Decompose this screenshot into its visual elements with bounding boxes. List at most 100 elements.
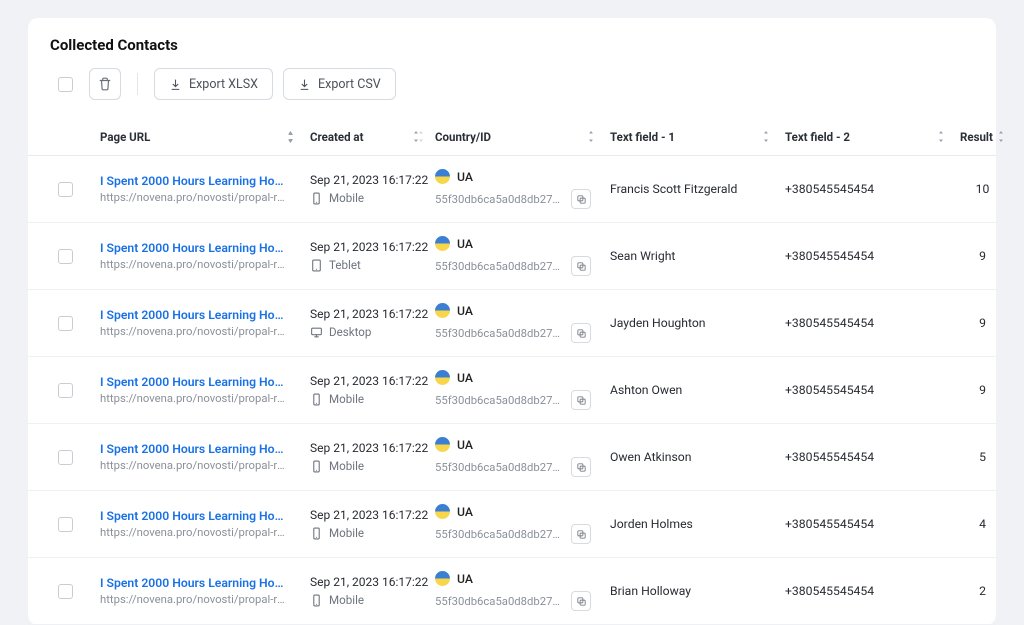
copy-icon xyxy=(576,328,587,339)
text-field-2: +380545545454 xyxy=(785,383,960,397)
contacts-card: Collected Contacts Export XLSX xyxy=(28,18,996,625)
page-link[interactable]: I Spent 2000 Hours Learning How To… xyxy=(100,375,290,389)
created-at: Sep 21, 2023 16:17:22 xyxy=(310,508,435,522)
separator xyxy=(137,73,138,95)
contacts-table: Page URL Created at Country/ID xyxy=(28,118,996,625)
mobile-icon xyxy=(310,460,323,473)
result-value: 10 xyxy=(960,182,1005,196)
copy-id-button[interactable] xyxy=(571,390,591,410)
text-field-1: Jayden Houghton xyxy=(610,316,785,330)
created-at: Sep 21, 2023 16:17:22 xyxy=(310,240,435,254)
copy-icon xyxy=(576,261,587,272)
sort-icon xyxy=(764,131,773,142)
table-row: I Spent 2000 Hours Learning How To… http… xyxy=(28,558,996,625)
record-id: 55f30db6ca5a0d8db278ff195… xyxy=(435,461,565,474)
page-link[interactable]: I Spent 2000 Hours Learning How To… xyxy=(100,442,290,456)
device-label: Mobile xyxy=(329,191,364,205)
row-checkbox[interactable] xyxy=(58,383,73,398)
col-text-field-1[interactable]: Text field - 1 xyxy=(610,130,785,144)
result-value: 4 xyxy=(960,517,1005,531)
sort-icon xyxy=(288,131,298,143)
created-at: Sep 21, 2023 16:17:22 xyxy=(310,441,435,455)
device-label: Desktop xyxy=(329,325,371,339)
copy-id-button[interactable] xyxy=(571,591,591,611)
copy-id-button[interactable] xyxy=(571,524,591,544)
flag-icon xyxy=(435,571,450,586)
table-row: I Spent 2000 Hours Learning How To… http… xyxy=(28,223,996,290)
copy-icon xyxy=(576,395,587,406)
page-link[interactable]: I Spent 2000 Hours Learning How To… xyxy=(100,576,290,590)
country-code: UA xyxy=(457,572,473,586)
result-value: 9 xyxy=(960,316,1005,330)
page-link[interactable]: I Spent 2000 Hours Learning How To… xyxy=(100,174,290,188)
select-all-checkbox[interactable] xyxy=(58,77,73,92)
record-id: 55f30db6ca5a0d8db278ff195… xyxy=(435,528,565,541)
row-checkbox[interactable] xyxy=(58,182,73,197)
delete-button[interactable] xyxy=(89,68,121,100)
sort-icon xyxy=(589,131,598,142)
page-url-text: https://novena.pro/novosti/propal-rezhim… xyxy=(100,392,290,405)
col-result[interactable]: Result xyxy=(960,130,1005,144)
copy-icon xyxy=(576,529,587,540)
page-url-text: https://novena.pro/novosti/propal-rezhim… xyxy=(100,258,290,271)
sort-icon xyxy=(999,131,1008,142)
page-url-text: https://novena.pro/novosti/propal-rezhim… xyxy=(100,526,290,539)
country-code: UA xyxy=(457,505,473,519)
sort-icon xyxy=(939,131,948,142)
table-row: I Spent 2000 Hours Learning How To… http… xyxy=(28,156,996,223)
row-checkbox[interactable] xyxy=(58,450,73,465)
country-code: UA xyxy=(457,170,473,184)
copy-icon xyxy=(576,462,587,473)
mobile-icon xyxy=(310,527,323,540)
sort-icon xyxy=(414,131,423,142)
country-code: UA xyxy=(457,438,473,452)
result-value: 9 xyxy=(960,383,1005,397)
row-checkbox[interactable] xyxy=(58,517,73,532)
page-link[interactable]: I Spent 2000 Hours Learning How To… xyxy=(100,509,290,523)
copy-id-button[interactable] xyxy=(571,189,591,209)
created-at: Sep 21, 2023 16:17:22 xyxy=(310,173,435,187)
text-field-1: Owen Atkinson xyxy=(610,450,785,464)
download-icon xyxy=(169,78,182,91)
export-xlsx-label: Export XLSX xyxy=(189,77,258,92)
text-field-2: +380545545454 xyxy=(785,316,960,330)
result-value: 5 xyxy=(960,450,1005,464)
device-label: Mobile xyxy=(329,526,364,540)
text-field-2: +380545545454 xyxy=(785,249,960,263)
text-field-2: +380545545454 xyxy=(785,450,960,464)
page-url-text: https://novena.pro/novosti/propal-rezhim… xyxy=(100,593,290,606)
page-url-text: https://novena.pro/novosti/propal-rezhim… xyxy=(100,325,290,338)
copy-id-button[interactable] xyxy=(571,256,591,276)
toolbar: Export XLSX Export CSV xyxy=(28,54,996,118)
created-at: Sep 21, 2023 16:17:22 xyxy=(310,307,435,321)
col-text-field-2[interactable]: Text field - 2 xyxy=(785,130,960,144)
copy-id-button[interactable] xyxy=(571,457,591,477)
mobile-icon xyxy=(310,393,323,406)
device-label: Mobile xyxy=(329,459,364,473)
table-row: I Spent 2000 Hours Learning How To… http… xyxy=(28,357,996,424)
export-xlsx-button[interactable]: Export XLSX xyxy=(154,68,273,100)
export-csv-button[interactable]: Export CSV xyxy=(283,68,396,100)
copy-id-button[interactable] xyxy=(571,323,591,343)
record-id: 55f30db6ca5a0d8db278ff195… xyxy=(435,595,565,608)
copy-icon xyxy=(576,194,587,205)
country-code: UA xyxy=(457,371,473,385)
card-header: Collected Contacts xyxy=(28,36,996,54)
page-link[interactable]: I Spent 2000 Hours Learning How To… xyxy=(100,241,290,255)
col-country-id[interactable]: Country/ID xyxy=(435,130,610,144)
desktop-icon xyxy=(310,326,323,339)
table-row: I Spent 2000 Hours Learning How To… http… xyxy=(28,290,996,357)
text-field-2: +380545545454 xyxy=(785,517,960,531)
row-checkbox[interactable] xyxy=(58,584,73,599)
page-link[interactable]: I Spent 2000 Hours Learning How To… xyxy=(100,308,290,322)
record-id: 55f30db6ca5a0d8db278ff195… xyxy=(435,394,565,407)
device-label: Mobile xyxy=(329,392,364,406)
table-header: Page URL Created at Country/ID xyxy=(28,118,996,156)
record-id: 55f30db6ca5a0d8db278ff195… xyxy=(435,327,565,340)
flag-icon xyxy=(435,437,450,452)
row-checkbox[interactable] xyxy=(58,316,73,331)
row-checkbox[interactable] xyxy=(58,249,73,264)
col-page-url[interactable]: Page URL xyxy=(100,130,310,144)
col-created-at[interactable]: Created at xyxy=(310,130,435,144)
text-field-2: +380545545454 xyxy=(785,584,960,598)
